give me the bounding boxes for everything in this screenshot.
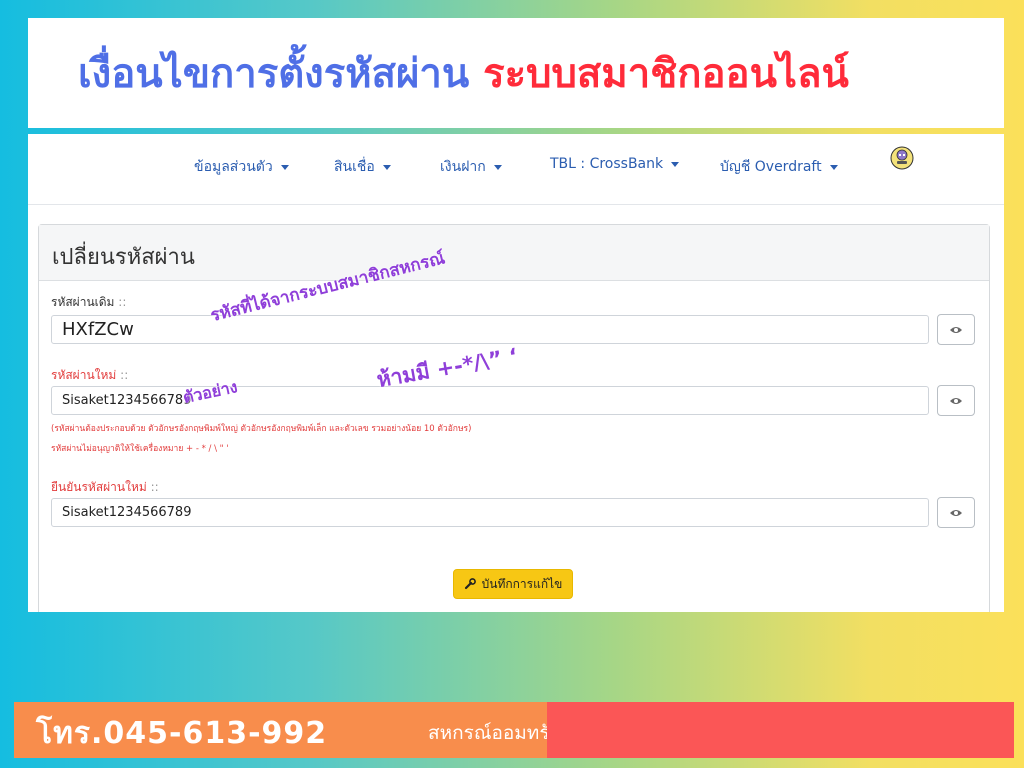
user-avatar-icon[interactable] [890, 146, 914, 170]
old-password-label-text: รหัสผ่านเดิม [51, 295, 115, 309]
nav-crossbank-label: TBL : CrossBank [550, 156, 664, 172]
panel-header: เปลี่ยนรหัสผ่าน [39, 225, 989, 281]
old-password-input[interactable]: HXfZCw [51, 315, 929, 344]
password-forbidden-hint: รหัสผ่านไม่อนุญาติให้ใช้เครื่องหมาย + - … [51, 444, 229, 454]
nav-personal-info[interactable]: ข้อมูลส่วนตัว [194, 156, 289, 178]
page-title: เงื่อนไขการตั้งรหัสผ่าน ระบบสมาชิกออนไลน… [78, 46, 849, 102]
nav-personal-info-label: ข้อมูลส่วนตัว [194, 159, 273, 175]
label-suffix: :: [114, 295, 127, 309]
caret-down-icon [382, 164, 391, 170]
app-screenshot: ข้อมูลส่วนตัว สินเชื่อ เงินฝาก TBL : Cro… [28, 134, 1004, 612]
old-password-label: รหัสผ่านเดิม :: [51, 293, 126, 312]
eye-icon [950, 397, 962, 404]
footer-bar: โทร.045-613-992 สหกรณ์ออมทรัพย์สาธารณสุข… [14, 702, 796, 758]
caret-down-icon [280, 164, 289, 170]
nav-crossbank[interactable]: TBL : CrossBank [550, 156, 680, 172]
confirm-password-label-text: ยืนยันรหัสผ่านใหม่ [51, 480, 147, 494]
show-confirm-password-button[interactable] [937, 497, 975, 528]
confirm-password-label: ยืนยันรหัสผ่านใหม่ :: [51, 478, 159, 497]
show-new-password-button[interactable] [937, 385, 975, 416]
eye-icon [950, 326, 962, 333]
panel-title: เปลี่ยนรหัสผ่าน [52, 245, 195, 270]
new-password-label: รหัสผ่านใหม่ :: [51, 366, 128, 385]
title-banner: เงื่อนไขการตั้งรหัสผ่าน ระบบสมาชิกออนไลน… [28, 18, 1004, 128]
footer-bar-right [547, 702, 1014, 758]
new-password-label-text: รหัสผ่านใหม่ [51, 368, 117, 382]
nav-loans-label: สินเชื่อ [334, 159, 375, 175]
save-changes-label: บันทึกการแก้ไข [481, 576, 563, 591]
nav-overdraft[interactable]: บัญชี Overdraft [720, 156, 838, 178]
nav-deposits[interactable]: เงินฝาก [440, 156, 502, 178]
password-rule-hint: (รหัสผ่านต้องประกอบด้วย ตัวอักษรอังกฤษพิ… [51, 424, 472, 434]
caret-down-icon [829, 164, 838, 170]
label-suffix: :: [146, 480, 159, 494]
change-password-panel: เปลี่ยนรหัสผ่าน รหัสผ่านเดิม :: HXfZCw ร… [38, 224, 990, 612]
nav-deposits-label: เงินฝาก [440, 159, 486, 175]
title-part-red: ระบบสมาชิกออนไลน์ [483, 51, 849, 97]
save-changes-button[interactable]: บันทึกการแก้ไข [453, 569, 573, 599]
confirm-password-input[interactable]: Sisaket1234566789 [51, 498, 929, 527]
caret-down-icon [493, 164, 502, 170]
nav-loans[interactable]: สินเชื่อ [334, 156, 391, 178]
wrench-icon [464, 578, 476, 590]
footer-phone: โทร.045-613-992 [36, 716, 328, 751]
eye-icon [950, 509, 962, 516]
top-navbar: ข้อมูลส่วนตัว สินเชื่อ เงินฝาก TBL : Cro… [28, 134, 1004, 205]
label-suffix: :: [116, 368, 129, 382]
nav-overdraft-label: บัญชี Overdraft [720, 159, 822, 175]
show-old-password-button[interactable] [937, 314, 975, 345]
title-part-blue: เงื่อนไขการตั้งรหัสผ่าน [78, 51, 470, 97]
caret-down-icon [671, 161, 680, 167]
